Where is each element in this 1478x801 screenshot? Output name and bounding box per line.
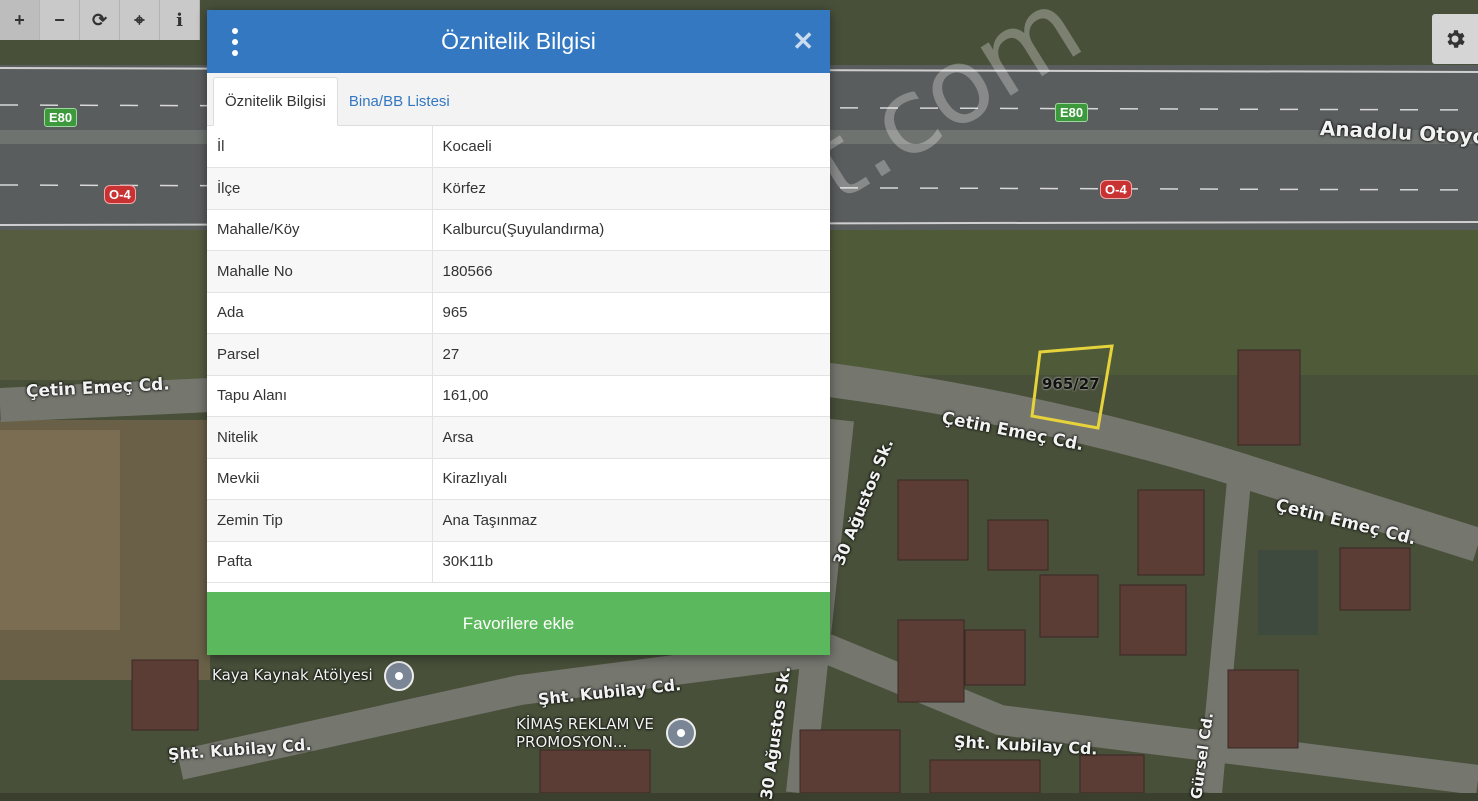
row-value: Kocaeli (432, 126, 830, 168)
info-icon[interactable]: i (160, 0, 200, 40)
table-row: Mevkii Kirazlıyalı (207, 458, 830, 500)
add-favorite-button[interactable]: Favorilere ekle (207, 592, 830, 655)
zoom-out-icon[interactable]: − (40, 0, 80, 40)
poi-pin-icon[interactable] (384, 661, 414, 691)
dialog-title: Öznitelik Bilgisi (441, 28, 596, 54)
zoom-in-icon[interactable]: + (0, 0, 40, 40)
tab-attribute-info[interactable]: Öznitelik Bilgisi (213, 77, 338, 126)
row-key: Mevkii (207, 458, 433, 500)
table-row: Zemin Tip Ana Taşınmaz (207, 499, 830, 542)
poi-label: KİMAŞ REKLAM VE PROMOSYON... (516, 715, 654, 751)
vertical-dots-icon[interactable] (229, 28, 241, 56)
row-key: Tapu Alanı (207, 375, 433, 417)
row-value: 27 (432, 333, 830, 376)
highway-shield: E80 (44, 108, 78, 127)
row-key: Pafta (207, 541, 433, 583)
row-key: Nitelik (207, 416, 433, 459)
attribute-dialog: Öznitelik Bilgisi ✕ Öznitelik Bilgisi Bi… (207, 10, 830, 655)
row-value: Arsa (432, 416, 830, 459)
row-key: Mahalle No (207, 250, 433, 293)
refresh-icon[interactable]: ⟳ (80, 0, 120, 40)
parcel-label[interactable]: 965/27 (1042, 375, 1100, 393)
highway-shield: E80 (1055, 103, 1089, 122)
row-key: Zemin Tip (207, 499, 433, 542)
table-row: Mahalle/Köy Kalburcu(Şuyulandırma) (207, 209, 830, 251)
table-row: Parsel 27 (207, 333, 830, 376)
table-row: Ada 965 (207, 292, 830, 334)
row-key: İlçe (207, 167, 433, 210)
poi-pin-icon[interactable] (666, 718, 696, 748)
table-row: Nitelik Arsa (207, 416, 830, 459)
map-toolbar: + − ⟳ ⌖ i (0, 0, 200, 40)
row-value: 161,00 (432, 375, 830, 417)
settings-button[interactable] (1432, 14, 1478, 64)
poi-label: Kaya Kaynak Atölyesi (212, 666, 373, 684)
dialog-header: Öznitelik Bilgisi ✕ (207, 10, 830, 73)
row-value: Kalburcu(Şuyulandırma) (432, 209, 830, 251)
locate-icon[interactable]: ⌖ (120, 0, 160, 40)
table-row: Pafta 30K11b (207, 541, 830, 583)
row-key: Parsel (207, 333, 433, 376)
close-icon[interactable]: ✕ (792, 28, 814, 54)
attribute-table: İl Kocaeli İlçe Körfez Mahalle/Köy Kalburcu… (207, 126, 830, 583)
row-key: İl (207, 126, 433, 168)
row-value: 30K11b (432, 541, 830, 583)
row-value: Kirazlıyalı (432, 458, 830, 500)
highway-shield: O-4 (1100, 180, 1132, 199)
row-value: Körfez (432, 167, 830, 210)
row-value: 180566 (432, 250, 830, 293)
row-key: Ada (207, 292, 433, 334)
table-row: Tapu Alanı 161,00 (207, 375, 830, 417)
row-key: Mahalle/Köy (207, 209, 433, 251)
table-row: İlçe Körfez (207, 167, 830, 210)
table-row: Mahalle No 180566 (207, 250, 830, 293)
gear-icon (1447, 30, 1465, 48)
dialog-tabs: Öznitelik Bilgisi Bina/BB Listesi (207, 73, 830, 126)
highway-shield: O-4 (104, 185, 136, 204)
row-value: Ana Taşınmaz (432, 499, 830, 542)
table-row: İl Kocaeli (207, 126, 830, 168)
tab-building-list[interactable]: Bina/BB Listesi (338, 78, 461, 125)
row-value: 965 (432, 292, 830, 334)
